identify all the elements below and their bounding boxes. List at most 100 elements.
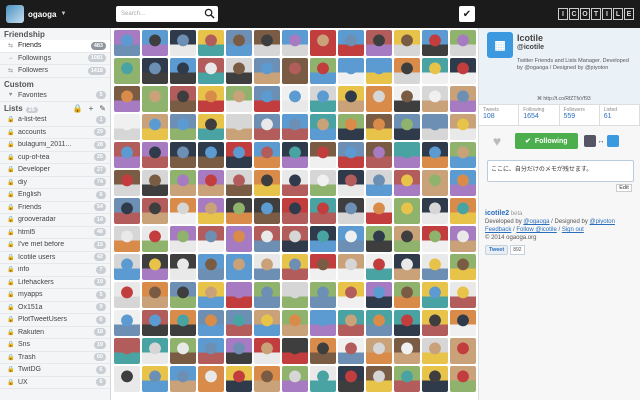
user-avatar-tile[interactable] <box>170 338 196 364</box>
user-avatar-tile[interactable] <box>366 30 392 56</box>
user-avatar-tile[interactable] <box>170 310 196 336</box>
user-avatar-tile[interactable] <box>142 86 168 112</box>
user-avatar-tile[interactable] <box>254 198 280 224</box>
user-avatar-tile[interactable] <box>338 254 364 280</box>
user-avatar-tile[interactable] <box>198 86 224 112</box>
user-avatar-tile[interactable] <box>422 226 448 252</box>
user-avatar-tile[interactable] <box>114 58 140 84</box>
sidebar-item[interactable]: 🔒 grooveradar 14 <box>0 214 110 227</box>
profile-avatar[interactable]: ▦ <box>487 32 513 58</box>
sidebar-item[interactable]: 🔒 Icotile users 42 <box>0 252 110 264</box>
user-avatar-tile[interactable] <box>142 30 168 56</box>
user-avatar-tile[interactable] <box>366 282 392 308</box>
tweet-widget[interactable]: Tweet 892 <box>485 245 525 255</box>
user-avatar-tile[interactable] <box>226 338 252 364</box>
user-avatar-tile[interactable] <box>282 310 308 336</box>
user-avatar-tile[interactable] <box>226 310 252 336</box>
tweet-button[interactable]: Tweet <box>485 245 509 255</box>
user-avatar-tile[interactable] <box>254 114 280 140</box>
sidebar-item[interactable]: 🔒 Lifehackers 19 <box>0 277 110 289</box>
user-avatar-tile[interactable] <box>310 170 336 196</box>
user-avatar-tile[interactable] <box>338 282 364 308</box>
user-avatar-tile[interactable] <box>338 30 364 56</box>
user-avatar-tile[interactable] <box>254 30 280 56</box>
user-avatar-tile[interactable] <box>394 198 420 224</box>
sidebar-item[interactable]: 🔒 accounts 29 <box>0 127 110 139</box>
user-avatar-tile[interactable] <box>338 114 364 140</box>
user-avatar-tile[interactable] <box>366 114 392 140</box>
user-avatar-tile[interactable] <box>170 170 196 196</box>
user-avatar-tile[interactable] <box>450 310 476 336</box>
user-avatar-tile[interactable] <box>282 338 308 364</box>
user-avatar-tile[interactable] <box>338 226 364 252</box>
user-avatar-tile[interactable] <box>254 282 280 308</box>
user-avatar-tile[interactable] <box>394 282 420 308</box>
user-avatar-tile[interactable] <box>450 226 476 252</box>
user-avatar-tile[interactable] <box>422 310 448 336</box>
user-avatar-tile[interactable] <box>114 86 140 112</box>
user-avatar-tile[interactable] <box>366 198 392 224</box>
user-avatar-tile[interactable] <box>310 114 336 140</box>
user-avatar-tile[interactable] <box>282 282 308 308</box>
user-avatar-tile[interactable] <box>450 58 476 84</box>
user-avatar-tile[interactable] <box>198 30 224 56</box>
stat-tweets[interactable]: Tweets 108 <box>479 105 520 125</box>
user-avatar-tile[interactable] <box>338 198 364 224</box>
user-avatar-tile[interactable] <box>114 254 140 280</box>
user-avatar-tile[interactable] <box>254 254 280 280</box>
user-avatar-tile[interactable] <box>114 338 140 364</box>
user-avatar-tile[interactable] <box>450 170 476 196</box>
user-avatar-tile[interactable] <box>282 58 308 84</box>
user-avatar-tile[interactable] <box>366 226 392 252</box>
user-avatar-tile[interactable] <box>198 310 224 336</box>
sidebar-item[interactable]: 🔒 cup-of-tea 26 <box>0 152 110 164</box>
user-avatar-tile[interactable] <box>142 310 168 336</box>
user-avatar-tile[interactable] <box>310 366 336 392</box>
user-avatar-tile[interactable] <box>114 282 140 308</box>
user-avatar-tile[interactable] <box>450 338 476 364</box>
sidebar-item[interactable]: 🔒 info 7 <box>0 264 110 277</box>
user-avatar-tile[interactable] <box>366 86 392 112</box>
lock-icon[interactable]: 🔒 <box>73 104 83 113</box>
user-avatar-tile[interactable] <box>422 198 448 224</box>
user-avatar-tile[interactable] <box>394 114 420 140</box>
user-avatar-tile[interactable] <box>394 170 420 196</box>
user-avatar-tile[interactable] <box>170 58 196 84</box>
sidebar-item[interactable]: 🔒 I've met before 15 <box>0 239 110 252</box>
user-avatar-tile[interactable] <box>226 198 252 224</box>
sidebar-item[interactable]: 🔒 html5 48 <box>0 227 110 239</box>
user-avatar-tile[interactable] <box>422 254 448 280</box>
user-avatar-tile[interactable] <box>170 366 196 392</box>
user-avatar-tile[interactable] <box>422 338 448 364</box>
user-avatar-tile[interactable] <box>338 58 364 84</box>
user-avatar-tile[interactable] <box>198 282 224 308</box>
user-avatar-tile[interactable] <box>338 310 364 336</box>
user-avatar-tile[interactable] <box>170 198 196 224</box>
user-avatar-tile[interactable] <box>310 282 336 308</box>
user-avatar-tile[interactable] <box>450 86 476 112</box>
following-button[interactable]: ✔ Following <box>515 133 578 149</box>
select-mode-checkbox[interactable]: ✔ <box>459 6 475 22</box>
user-avatar-tile[interactable] <box>310 226 336 252</box>
user-avatar-tile[interactable] <box>114 226 140 252</box>
user-avatar-tile[interactable] <box>450 142 476 168</box>
sidebar-item[interactable]: 🔒 English 6 <box>0 189 110 202</box>
user-avatar-tile[interactable] <box>198 170 224 196</box>
user-avatar-tile[interactable] <box>114 366 140 392</box>
user-avatar-tile[interactable] <box>310 338 336 364</box>
sidebar-item[interactable]: 🔒 UX 6 <box>0 377 110 389</box>
edit-memo-button[interactable]: Edit <box>616 184 632 192</box>
sidebar-item[interactable]: → Followings 1081 <box>0 53 110 65</box>
user-avatar-tile[interactable] <box>142 254 168 280</box>
user-avatar-tile[interactable] <box>254 226 280 252</box>
user-avatar-tile[interactable] <box>282 30 308 56</box>
sidebar-item[interactable]: 🔒 bulagumi_2011... 28 <box>0 139 110 152</box>
user-avatar-tile[interactable] <box>198 142 224 168</box>
user-avatar-tile[interactable] <box>338 142 364 168</box>
user-avatar-tile[interactable] <box>282 170 308 196</box>
user-avatar-tile[interactable] <box>338 86 364 112</box>
user-avatar-tile[interactable] <box>450 30 476 56</box>
user-avatar-tile[interactable] <box>394 366 420 392</box>
profile-link[interactable]: ⌘ http://t.co/RfZTfsVf93 <box>537 96 591 102</box>
sidebar-item[interactable]: 🔒 Developer 27 <box>0 164 110 177</box>
